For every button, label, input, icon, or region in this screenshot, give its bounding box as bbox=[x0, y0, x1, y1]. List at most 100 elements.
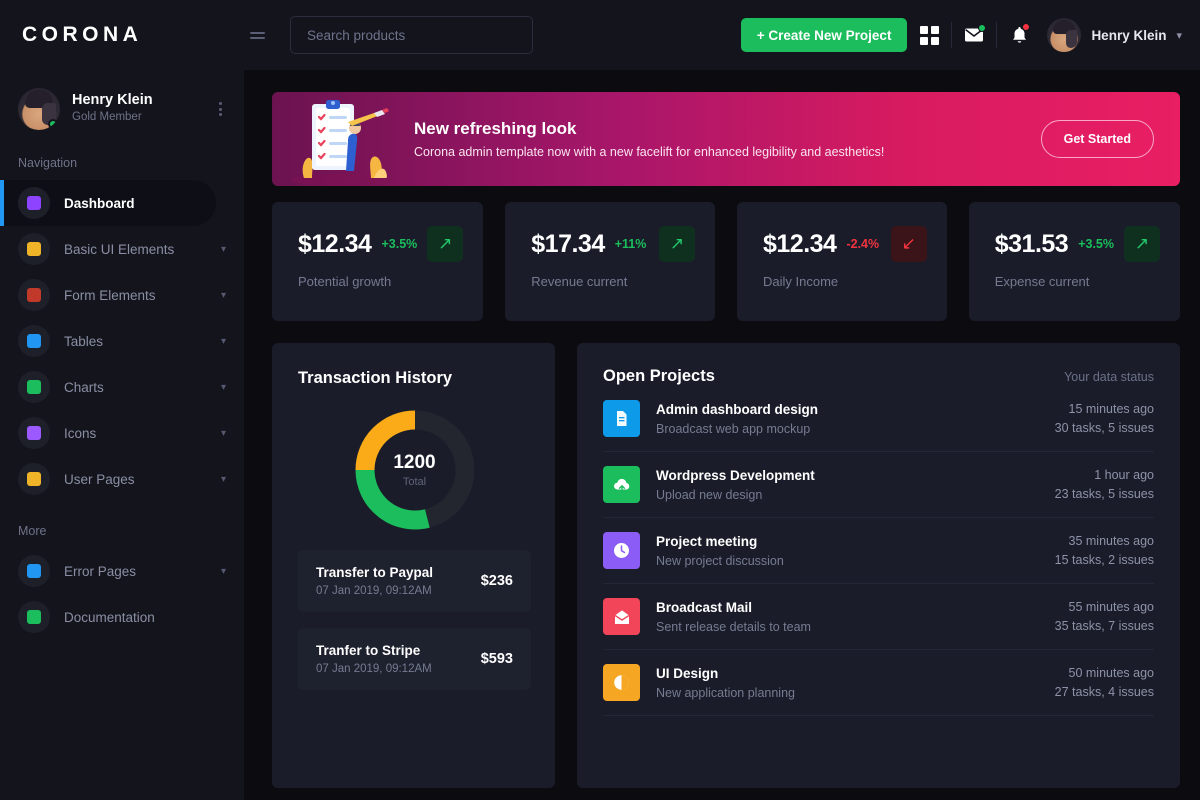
sidebar-more-list: Error Pages ▾ Documentation bbox=[0, 548, 244, 640]
sidebar-item-label: Tables bbox=[64, 333, 104, 349]
project-row[interactable]: Admin dashboard design Broadcast web app … bbox=[603, 386, 1154, 452]
body-wrapper: Henry Klein Gold Member Navigation Dashb… bbox=[0, 70, 1200, 800]
emoji-icon bbox=[18, 417, 50, 449]
sidebar-item-label: Basic UI Elements bbox=[64, 241, 175, 257]
project-row[interactable]: Project meeting New project discussion 35 … bbox=[603, 518, 1154, 584]
search-input[interactable] bbox=[307, 27, 516, 43]
project-name: Admin dashboard design bbox=[656, 401, 819, 417]
project-time: 35 minutes ago bbox=[1068, 534, 1154, 548]
sidebar-section-more: More bbox=[18, 524, 47, 538]
sidebar-item-label: Documentation bbox=[64, 609, 155, 625]
chevron-down-icon: ▾ bbox=[1176, 29, 1182, 42]
sidebar-item-label: User Pages bbox=[64, 471, 135, 487]
transaction-info: Transfer to Paypal 07 Jan 2019, 09:12AM bbox=[316, 565, 473, 597]
bell-icon[interactable] bbox=[997, 13, 1041, 57]
chevron-down-icon: ▾ bbox=[220, 243, 226, 255]
stat-card: $17.34 +11% ↗ Revenue current bbox=[505, 202, 715, 321]
project-info: Broadcast Mail Sent release details to te… bbox=[656, 600, 1039, 634]
envelope-icon[interactable] bbox=[952, 13, 996, 57]
transaction-item[interactable]: Tranfer to Stripe 07 Jan 2019, 09:12AM $59… bbox=[298, 628, 531, 690]
user-menu[interactable]: Henry Klein ▾ bbox=[1041, 18, 1182, 52]
panel-title: Transaction History bbox=[298, 369, 453, 387]
sidebar-item-tables[interactable]: Tables ▾ bbox=[0, 318, 244, 364]
open-projects-panel: Open Projects Your data status Admin das… bbox=[577, 343, 1180, 788]
sidebar-item-user-pages[interactable]: User Pages ▾ bbox=[0, 456, 244, 502]
clipboard-checklist-illustration bbox=[286, 92, 398, 186]
stat-value: $12.34 bbox=[763, 229, 837, 258]
document-icon bbox=[18, 601, 50, 633]
stat-card: $12.34 -2.4% ↙ Daily Income bbox=[737, 202, 947, 321]
stat-label: Revenue current bbox=[531, 274, 628, 289]
profile-name: Henry Klein bbox=[72, 92, 153, 109]
sidebar-item-documentation[interactable]: Documentation bbox=[0, 594, 244, 640]
project-tasks: 23 tasks, 5 issues bbox=[1054, 487, 1154, 501]
form-icon bbox=[18, 279, 50, 311]
project-name: Project meeting bbox=[656, 533, 758, 549]
donut-center-label: 1200 Total bbox=[351, 406, 479, 534]
sidebar-item-label: Charts bbox=[64, 379, 104, 395]
arrow-up-right-icon: ↗ bbox=[659, 226, 695, 262]
project-info: Admin dashboard design Broadcast web app … bbox=[656, 402, 1039, 436]
user-face-icon bbox=[18, 463, 50, 495]
sidebar-item-label: Error Pages bbox=[64, 563, 137, 579]
transaction-amount: $236 bbox=[480, 573, 513, 589]
stat-row: $31.53 +3.5% ↗ bbox=[995, 226, 1160, 262]
project-description: Sent release details to team bbox=[656, 619, 811, 634]
brand-logo[interactable]: CORONA bbox=[0, 23, 244, 47]
file-icon bbox=[603, 400, 640, 437]
project-name: UI Design bbox=[656, 665, 719, 681]
table-icon bbox=[18, 325, 50, 357]
project-list: Admin dashboard design Broadcast web app … bbox=[603, 386, 1154, 716]
hamburger-icon[interactable] bbox=[250, 22, 276, 48]
transaction-item[interactable]: Transfer to Paypal 07 Jan 2019, 09:12AM $2… bbox=[298, 550, 531, 612]
project-time: 55 minutes ago bbox=[1068, 600, 1154, 614]
chevron-down-icon: ▾ bbox=[220, 427, 226, 439]
lock-icon bbox=[18, 555, 50, 587]
sidebar-profile[interactable]: Henry Klein Gold Member bbox=[0, 88, 244, 130]
arrow-up-right-icon: ↗ bbox=[1124, 226, 1160, 262]
sidebar-item-icons[interactable]: Icons ▾ bbox=[0, 410, 244, 456]
stat-delta: -2.4% bbox=[846, 237, 880, 251]
create-new-project-button[interactable]: + Create New Project bbox=[740, 18, 908, 52]
sidebar-section-navigation: Navigation bbox=[18, 156, 78, 170]
project-time: 50 minutes ago bbox=[1068, 666, 1154, 680]
pie-chart-icon bbox=[603, 664, 640, 701]
sidebar-item-error-pages[interactable]: Error Pages ▾ bbox=[0, 548, 244, 594]
sidebar-item-label: Dashboard bbox=[64, 195, 135, 211]
project-tasks: 30 tasks, 5 issues bbox=[1054, 421, 1154, 435]
stat-cards: $12.34 +3.5% ↗ Potential growth $17.34 +11% ↗ R… bbox=[272, 202, 1180, 321]
project-time: 15 minutes ago bbox=[1068, 402, 1154, 416]
speedometer-icon bbox=[18, 187, 50, 219]
transaction-title: Transfer to Paypal bbox=[316, 565, 434, 580]
grid-apps-icon[interactable] bbox=[907, 13, 951, 57]
more-options-icon[interactable] bbox=[215, 98, 226, 120]
project-status: 50 minutes ago 27 tasks, 4 issues bbox=[1055, 666, 1154, 699]
panel-title: Open Projects bbox=[603, 367, 715, 385]
project-info: Project meeting New project discussion bbox=[656, 534, 1039, 568]
sidebar-item-dashboard[interactable]: Dashboard bbox=[0, 180, 216, 226]
project-row[interactable]: UI Design New application planning 50 minu… bbox=[603, 650, 1154, 716]
stat-label: Daily Income bbox=[763, 274, 839, 289]
arrow-up-right-icon: ↗ bbox=[427, 226, 464, 262]
banner-title: New refreshing look bbox=[414, 119, 577, 138]
stat-label: Expense current bbox=[994, 274, 1090, 289]
project-name: Wordpress Development bbox=[656, 467, 815, 483]
window-icon bbox=[18, 233, 50, 265]
arrow-down-left-icon: ↙ bbox=[890, 226, 927, 262]
promo-banner: New refreshing look Corona admin templat… bbox=[272, 92, 1180, 186]
project-time: 1 hour ago bbox=[1094, 468, 1154, 482]
sidebar-item-form-elements[interactable]: Form Elements ▾ bbox=[0, 272, 244, 318]
stat-row: $12.34 -2.4% ↙ bbox=[763, 226, 927, 262]
project-status: 55 minutes ago 35 tasks, 7 issues bbox=[1055, 600, 1154, 633]
profile-role: Gold Member bbox=[72, 111, 142, 124]
notification-badge bbox=[1022, 23, 1031, 31]
project-row[interactable]: Broadcast Mail Sent release details to te… bbox=[603, 584, 1154, 650]
get-started-button[interactable]: Get Started bbox=[1040, 120, 1154, 158]
search-box[interactable] bbox=[290, 16, 533, 54]
sidebar-item-basic-ui-elements[interactable]: Basic UI Elements ▾ bbox=[0, 226, 244, 272]
sidebar-item-charts[interactable]: Charts ▾ bbox=[0, 364, 244, 410]
project-tasks: 35 tasks, 7 issues bbox=[1054, 619, 1154, 633]
project-row[interactable]: Wordpress Development Upload new design 1 … bbox=[603, 452, 1154, 518]
avatar bbox=[18, 88, 60, 130]
